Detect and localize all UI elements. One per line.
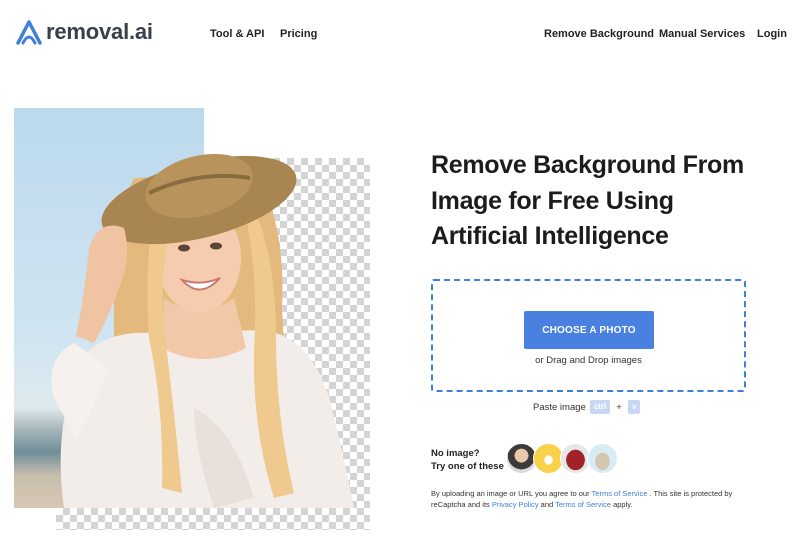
logo-icon — [16, 20, 42, 45]
sample-prompt-line2: Try one of these — [431, 461, 504, 472]
site-header: removal.ai Tool & API Pricing Remove Bac… — [0, 0, 800, 64]
nav-remove-background[interactable]: Remove Background — [544, 27, 654, 41]
sample-prompt-line1: No image? — [431, 448, 480, 459]
upload-dropzone[interactable]: CHOOSE A PHOTO or Drag and Drop images — [431, 279, 746, 392]
legal-text: By uploading an image or URL you agree t… — [431, 489, 590, 498]
sample-prompt: No image? Try one of these — [431, 447, 504, 473]
legal-notice: By uploading an image or URL you agree t… — [431, 489, 751, 510]
nav-login[interactable]: Login — [757, 27, 787, 41]
ctrl-key-badge: ctrl — [589, 400, 611, 414]
woman-photo — [51, 153, 355, 508]
title-line: Remove Background From — [431, 151, 744, 179]
sample-images — [506, 443, 618, 474]
title-line: Artificial Intelligence — [431, 222, 669, 250]
drag-drop-hint: or Drag and Drop images — [535, 355, 642, 366]
choose-photo-button[interactable]: CHOOSE A PHOTO — [524, 311, 654, 349]
v-key-badge: v — [627, 400, 641, 414]
logo-text: removal.ai — [46, 19, 153, 44]
recaptcha-terms-link[interactable]: Terms of Service — [555, 500, 611, 509]
nav-tool-api[interactable]: Tool & API — [210, 27, 264, 41]
privacy-policy-link[interactable]: Privacy Policy — [492, 500, 539, 509]
page-title: Remove Background From Image for Free Us… — [431, 148, 771, 255]
nav-pricing[interactable]: Pricing — [280, 27, 317, 41]
plus-sign: + — [616, 401, 622, 413]
paste-hint: Paste image ctrl + v — [533, 400, 644, 414]
legal-text: apply. — [613, 499, 633, 509]
title-line: Image for Free Using — [431, 186, 674, 215]
nav-manual-services[interactable]: Manual Services — [659, 27, 745, 41]
logo[interactable]: removal.ai — [14, 18, 153, 46]
paste-label: Paste image — [533, 401, 586, 413]
hero-image — [14, 108, 370, 530]
sample-animal-thumbnail[interactable] — [587, 443, 618, 474]
terms-of-service-link[interactable]: Terms of Service — [592, 489, 648, 498]
legal-text: and — [540, 499, 554, 509]
